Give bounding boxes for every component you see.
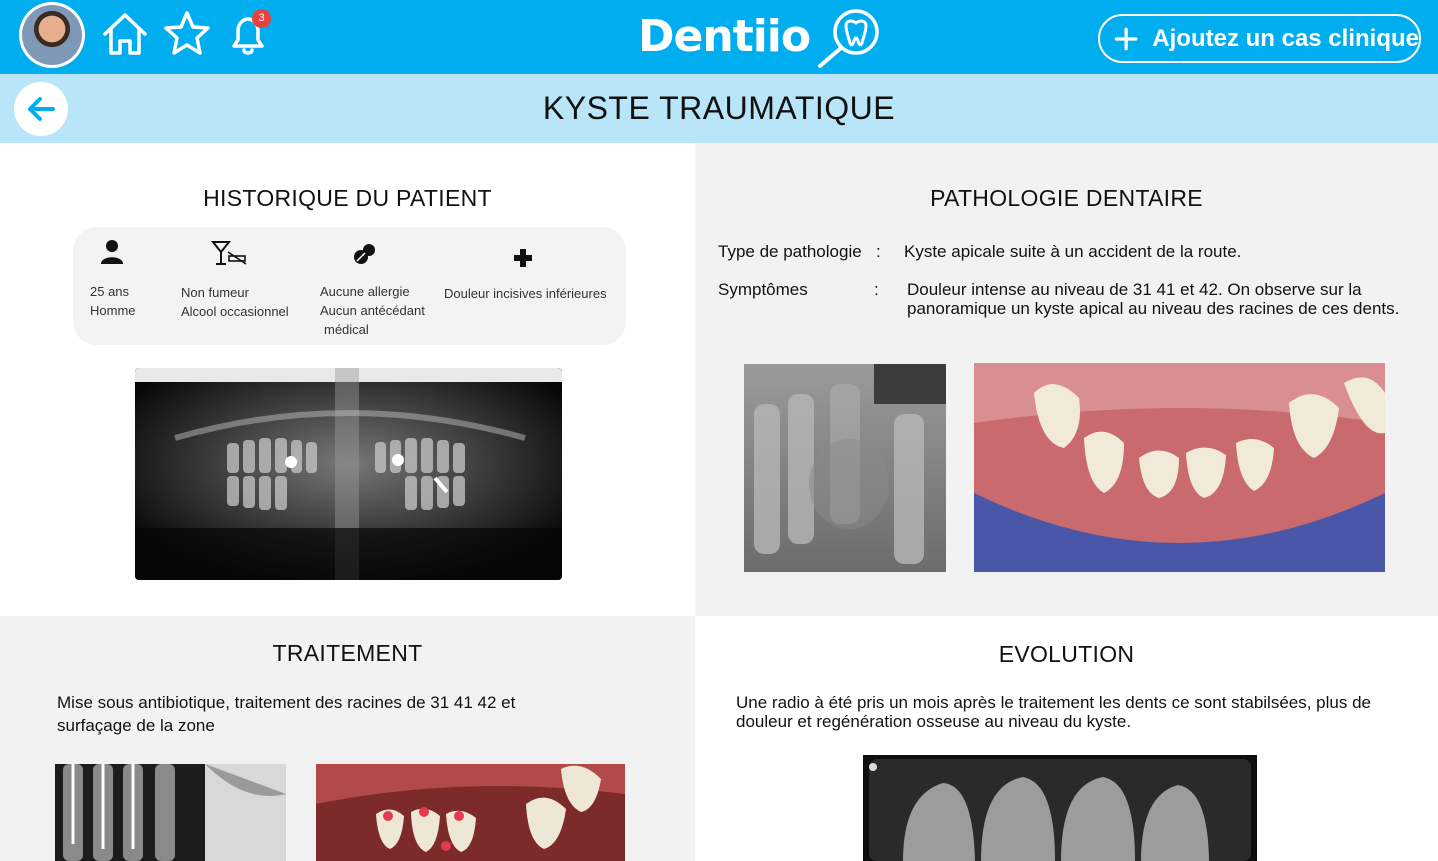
plus-icon	[1114, 27, 1138, 50]
evolution-text-line2: douleur et regénération osseuse au nivea…	[736, 712, 1132, 731]
panoramic-xray-image[interactable]	[135, 368, 562, 580]
history-item-complaint: Douleur incisives inférieures	[444, 284, 624, 303]
history-item-habits: Non fumeur Alcool occasionnel	[181, 283, 311, 321]
symptoms-value-line2: panoramique un kyste apical au niveau de…	[907, 299, 1400, 318]
treatment-text-line2: surfaçage de la zone	[57, 716, 215, 735]
pills-icon	[354, 244, 375, 264]
history-line: Alcool occasionnel	[181, 304, 289, 319]
intraoral-photo-lower[interactable]	[974, 363, 1385, 572]
no-smoking-cocktail-icon	[211, 241, 247, 265]
history-item-age: 25 ans Homme	[90, 282, 180, 320]
evolution-title: EVOLUTION	[998, 641, 1135, 667]
treatment-title: TRAITEMENT	[272, 640, 423, 666]
periapical-xray-image[interactable]	[744, 364, 946, 572]
history-line: Aucun antécédant	[320, 303, 425, 318]
history-line: Aucune allergie	[320, 284, 410, 299]
pathology-title: PATHOLOGIE DENTAIRE	[930, 185, 1203, 211]
top-bar: 3 Dentiio Ajoutez un cas clinique	[0, 0, 1438, 74]
symptoms-label: Symptômes	[718, 280, 808, 299]
evolution-panel: EVOLUTION Une radio à été pris un mois a…	[695, 616, 1438, 861]
person-icon	[101, 240, 123, 264]
add-case-button[interactable]: Ajoutez un cas clinique	[1098, 14, 1421, 63]
evolution-xray-image[interactable]	[863, 755, 1257, 861]
treatment-panel: TRAITEMENT Mise sous antibiotique, trait…	[0, 616, 695, 861]
treatment-xray-image[interactable]	[55, 764, 286, 861]
medical-cross-icon	[514, 249, 532, 267]
notification-badge: 3	[252, 9, 271, 28]
logo[interactable]: Dentiio	[638, 4, 890, 68]
treatment-text-line1: Mise sous antibiotique, traitement des r…	[57, 693, 516, 712]
history-line: 25 ans	[90, 284, 130, 299]
home-icon[interactable]	[99, 8, 151, 60]
patient-history-panel: HISTORIQUE DU PATIENT 25 ans Homme Non f…	[0, 143, 695, 616]
pathology-type-label: Type de pathologie	[718, 242, 862, 261]
pathology-type-value: Kyste apicale suite à un accident de la …	[904, 242, 1242, 261]
history-title: HISTORIQUE DU PATIENT	[203, 185, 492, 211]
logo-text: Dentiio	[638, 10, 811, 62]
history-line: Douleur incisives inférieures	[444, 286, 607, 301]
add-case-label: Ajoutez un cas clinique	[1152, 24, 1419, 52]
title-bar: KYSTE TRAUMATIQUE	[0, 74, 1438, 143]
tooth-magnifier-icon	[818, 9, 879, 68]
dental-pathology-panel: PATHOLOGIE DENTAIRE Type de pathologie :…	[695, 143, 1438, 616]
history-item-medical: Aucune allergie Aucun antécédant médical	[320, 282, 440, 339]
avatar[interactable]	[19, 2, 85, 68]
symptoms-value-line1: Douleur intense au niveau de 31 41 et 42…	[907, 280, 1362, 299]
history-card: 25 ans Homme Non fumeur Alcool occasionn…	[73, 227, 626, 345]
evolution-text-line1: Une radio à été pris un mois après le tr…	[736, 693, 1372, 712]
symptoms-sep: :	[874, 280, 879, 299]
history-line: Non fumeur	[181, 285, 249, 300]
page-title: KYSTE TRAUMATIQUE	[542, 90, 896, 126]
history-line: médical	[324, 322, 369, 337]
star-icon[interactable]	[161, 8, 213, 60]
pathology-type-sep: :	[876, 242, 881, 261]
history-line: Homme	[90, 303, 136, 318]
treatment-intraoral-photo[interactable]	[316, 764, 625, 861]
